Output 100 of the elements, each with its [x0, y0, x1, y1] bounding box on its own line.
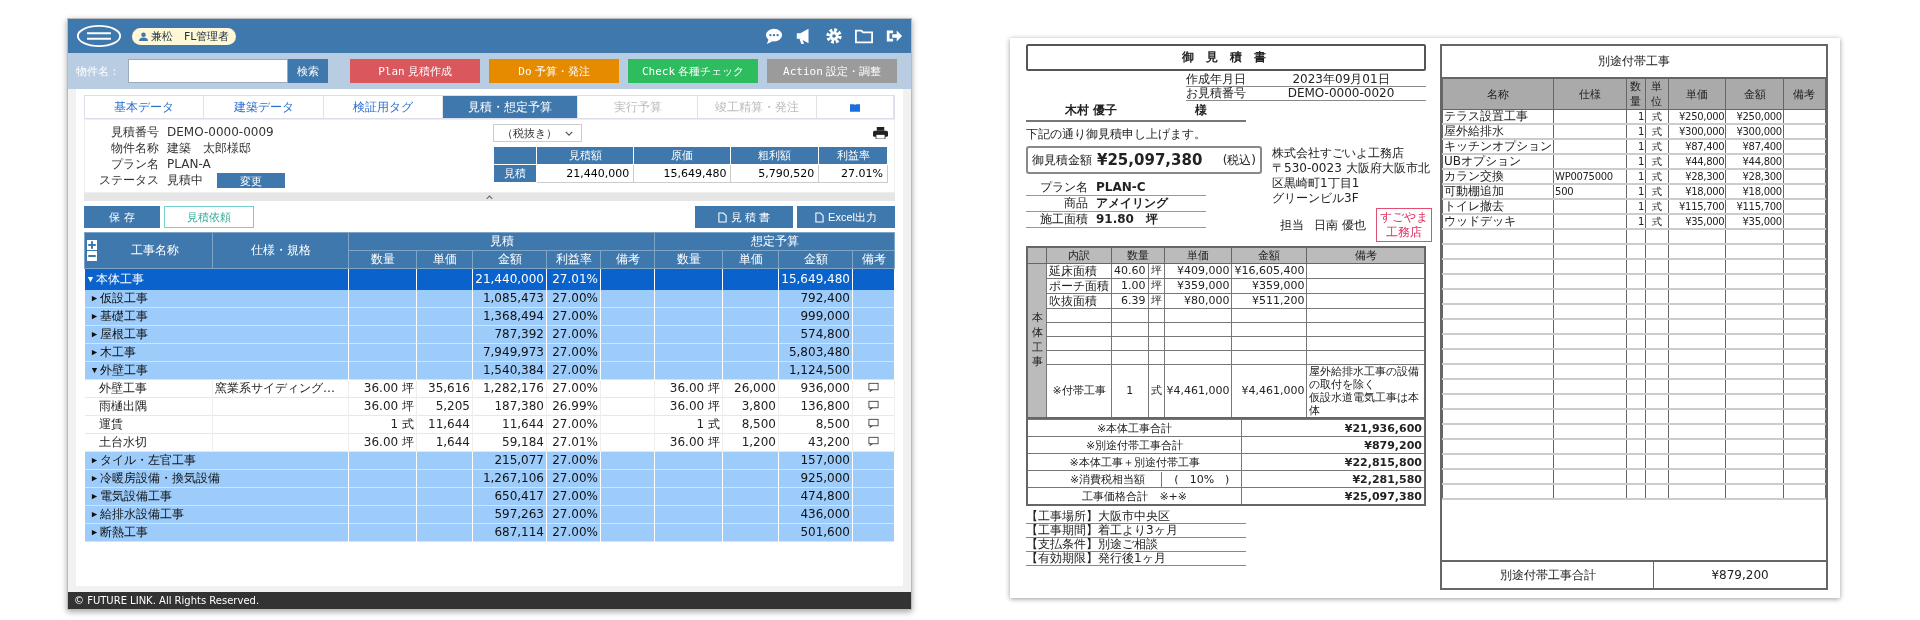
caret-icon[interactable] — [90, 510, 98, 518]
table-cell: 27.00% — [552, 507, 598, 521]
column-header: 備考 — [1793, 87, 1816, 101]
dropdown-value: （税抜き） — [502, 125, 557, 141]
folder-icon[interactable] — [855, 27, 873, 45]
table-cell: 8,500 — [815, 417, 850, 431]
table-cell: 26,000 — [734, 381, 776, 395]
table-cell: 436,000 — [800, 507, 850, 521]
caret-icon[interactable] — [90, 492, 98, 500]
table-cell: 687,114 — [494, 525, 544, 539]
column-header: 単価 — [432, 252, 457, 266]
table-cell: 式 — [1652, 141, 1662, 152]
table-cell: 27.01% — [552, 435, 598, 449]
tab[interactable]: 見積・想定予算 — [443, 96, 579, 118]
caret-icon[interactable] — [86, 275, 94, 283]
table-cell: 式 — [1652, 126, 1662, 137]
table-cell: 1,644 — [435, 435, 470, 449]
table-cell: 157,000 — [800, 453, 850, 467]
copyright-text: © FUTURE LINK. All Rights Reserved. — [74, 595, 260, 606]
caret-icon[interactable] — [90, 294, 98, 302]
tax-dropdown[interactable]: （税抜き） — [493, 124, 582, 142]
section-label: 本体工事 — [1031, 310, 1043, 371]
table-cell: 27.01% — [818, 164, 888, 183]
document-icon — [717, 211, 727, 223]
table-cell: ¥44,800 — [1685, 156, 1725, 167]
amount-label: 御見積金額 — [1032, 151, 1092, 169]
phase-button[interactable]: Plan 見積作成 — [350, 59, 480, 83]
collapse-all-button[interactable] — [87, 251, 97, 261]
table-cell: 式 — [1652, 156, 1662, 167]
table-cell: ¥115,700 — [1679, 201, 1725, 212]
chat-icon[interactable] — [765, 27, 783, 45]
printer-icon[interactable] — [873, 127, 888, 139]
column-header: 金額 — [1258, 249, 1281, 262]
table-cell: ¥44,800 — [1742, 156, 1782, 167]
table-cell: 27.00% — [552, 453, 598, 467]
table-cell: 式 — [1652, 216, 1662, 227]
user-badge[interactable]: 兼松 FL管理者 — [132, 27, 237, 45]
table-cell: 27.00% — [552, 345, 598, 359]
staff-name: 日南 優也 — [1314, 216, 1366, 234]
search-field[interactable] — [128, 59, 288, 83]
document-title: 御 見 積 書 — [1026, 44, 1426, 71]
table-cell: WP0075000 — [1555, 171, 1613, 182]
condition-text: 【支払条件】別途ご相談 — [1026, 538, 1246, 552]
table-cell: 5,790,520 — [730, 164, 819, 183]
column-header: 単価 — [738, 252, 763, 266]
comment-icon[interactable] — [868, 400, 879, 410]
table-cell: 坪 — [1150, 294, 1162, 307]
table-cell: 136,800 — [800, 399, 850, 413]
table-cell: 屋外給排水 — [1444, 124, 1504, 137]
total-label: ※本体工事合計 — [1097, 421, 1173, 435]
estimate-sheet-button[interactable]: 見 積 書 — [695, 206, 793, 228]
caret-icon[interactable] — [90, 366, 98, 374]
search-button[interactable]: 検索 — [288, 59, 328, 83]
table-cell: 27.00% — [552, 525, 598, 539]
caret-icon[interactable] — [90, 312, 98, 320]
save-button[interactable]: 保 存 — [84, 206, 160, 228]
column-header: 数量 — [1126, 249, 1149, 262]
caret-icon[interactable] — [90, 348, 98, 356]
greeting-text: 下記の通り御見積申し上げます。 — [1026, 126, 1207, 143]
table-cell: UBオプション — [1444, 154, 1521, 167]
field-value: 見積中 — [167, 171, 203, 189]
table-cell: 8,500 — [741, 417, 776, 431]
table-cell: ¥359,000 — [1251, 279, 1305, 292]
table-cell: ¥359,000 — [1177, 279, 1230, 292]
caret-icon[interactable] — [90, 330, 98, 338]
expand-all-button[interactable] — [87, 240, 97, 250]
caret-icon[interactable] — [90, 474, 98, 482]
table-cell: ¥250,000 — [1736, 111, 1782, 122]
request-button[interactable]: 見積依頼 — [164, 206, 254, 228]
total-value: ¥21,936,600 — [1344, 421, 1422, 435]
table-cell: 1 — [1637, 216, 1644, 227]
table-cell: 574,800 — [800, 327, 850, 341]
comment-icon[interactable] — [868, 436, 879, 446]
field-value: 建築 太郎様邸 — [167, 139, 251, 157]
table-cell: ¥28,300 — [1685, 171, 1725, 182]
change-button[interactable]: 変更 — [217, 172, 285, 188]
user-icon — [139, 31, 148, 41]
meta-label: お見積番号 — [1186, 87, 1246, 100]
table-cell: 式 — [1652, 186, 1662, 197]
table-cell: ¥4,461,000 — [1166, 384, 1230, 397]
plus-icon — [87, 240, 97, 250]
table-cell: 27.00% — [552, 327, 598, 341]
table-cell: 雨樋出隅 — [98, 398, 147, 413]
table-cell: 936,000 — [800, 381, 850, 395]
comment-icon[interactable] — [868, 382, 879, 392]
column-header: 数量 — [676, 252, 701, 266]
table-cell: 36.00 坪 — [669, 398, 720, 413]
table-cell: 787,392 — [494, 327, 544, 341]
caret-icon[interactable] — [90, 456, 98, 464]
plan-value: 91.80 坪 — [1096, 212, 1158, 227]
column-header: 名称 — [1487, 87, 1510, 101]
excel-button[interactable]: Excel出力 — [797, 206, 895, 228]
caret-icon[interactable] — [90, 528, 98, 536]
comment-icon[interactable] — [868, 418, 879, 428]
settings-icon[interactable] — [825, 27, 843, 45]
total-label: 別途付帯工事合計 — [1442, 562, 1655, 588]
row-name: 外壁工事 — [99, 361, 148, 379]
table-cell: 474,800 — [800, 489, 850, 503]
table-cell: 27.00% — [552, 381, 598, 395]
table-row[interactable]: 本体工事 21,440,000 27.01% 15,649,480 — [84, 268, 895, 290]
